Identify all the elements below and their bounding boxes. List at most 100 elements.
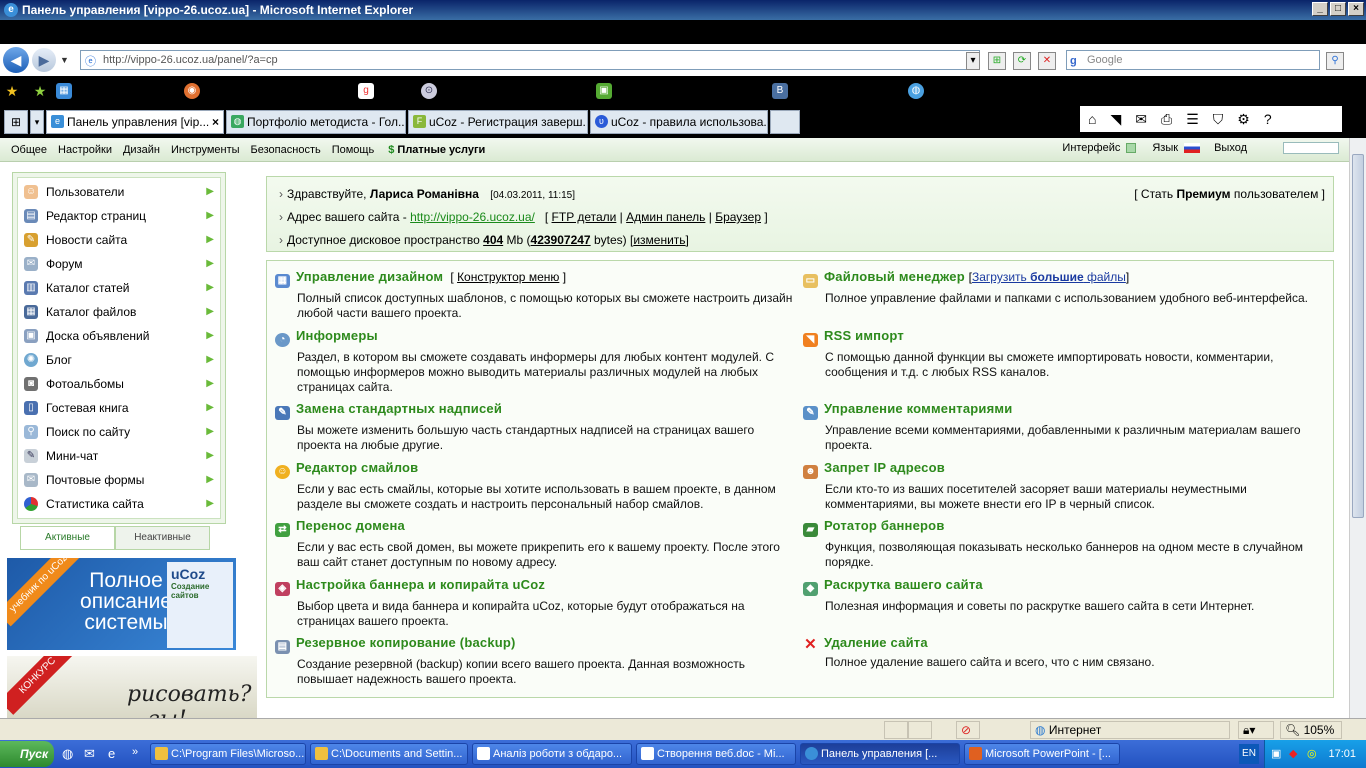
change-disk-link[interactable]: изменить (633, 233, 685, 247)
russian-flag-icon[interactable] (1184, 143, 1201, 153)
zoom-level[interactable]: 🔍︎ 105% ▾ (1280, 721, 1342, 753)
search-input[interactable]: g Google (1066, 50, 1320, 70)
menu-builder-link[interactable]: Конструктор меню (457, 270, 559, 284)
sidebar-item-mailforms[interactable]: ✉ Почтовые формы ▶ (18, 468, 222, 492)
task-documents[interactable]: C:\Documents and Settin... (310, 743, 468, 765)
ftp-link[interactable]: FTP детали (552, 210, 617, 224)
site-url-link[interactable]: http://vippo-26.ucoz.ua/ (410, 210, 535, 224)
upload-large-files-link[interactable]: Загрузить большие файлы (972, 270, 1126, 284)
bookmark-4-icon[interactable]: ▣ (596, 83, 612, 99)
favorites-star-icon[interactable]: ★ (4, 83, 20, 99)
print-icon[interactable]: ⎙ (1161, 111, 1172, 128)
vkontakte-icon[interactable]: B (772, 83, 788, 99)
tab-active-modules[interactable]: Активные (20, 526, 115, 550)
minimize-button[interactable]: _ (1312, 2, 1328, 16)
quick-tabs-icon[interactable]: ⊞ (4, 110, 28, 134)
bookmark-3-icon[interactable]: ⊙ (421, 83, 437, 99)
banner-copyright-link[interactable]: Настройка баннера и копирайта uCoz (296, 577, 545, 592)
sidebar-item-photos[interactable]: ◙ Фотоальбомы ▶ (18, 372, 222, 396)
start-button[interactable]: Пуск (0, 741, 54, 767)
sidebar-item-users[interactable]: ☺ Пользователи ▶ (18, 180, 222, 204)
captions-link[interactable]: Замена стандартных надписей (296, 401, 502, 416)
feeds-icon[interactable]: ◥ (1110, 111, 1121, 128)
tray-app-icon[interactable]: ◆ (1289, 740, 1297, 768)
protected-mode-icon[interactable]: 🔒︎▾ (1238, 721, 1274, 739)
design-link[interactable]: Управление дизайном (296, 269, 443, 284)
premium-link[interactable]: [ Стать Премиум пользователем ] (1134, 187, 1325, 201)
language-indicator[interactable]: EN (1239, 744, 1259, 764)
scrollbar-thumb[interactable] (1352, 154, 1364, 518)
task-ie-panel[interactable]: Панель управления [... (800, 743, 960, 765)
address-dropdown-icon[interactable]: ▾ (966, 52, 980, 70)
sidebar-item-files[interactable]: ▦ Каталог файлов ▶ (18, 300, 222, 324)
tab-ucoz-registration[interactable]: F uCoz - Регистрация заверш... (408, 110, 588, 134)
rss-link[interactable]: RSS импорт (824, 328, 904, 343)
back-button[interactable]: ◀ (3, 47, 29, 73)
menu-settings[interactable]: Настройки (58, 144, 112, 156)
ucoz-tutorial-banner[interactable]: учебник по uCoz Полное описание системы … (7, 558, 236, 650)
sidebar-item-guestbook[interactable]: ▯ Гостевая книга ▶ (18, 396, 222, 420)
tab-inactive-modules[interactable]: Неактивные (115, 526, 210, 550)
vertical-scrollbar[interactable] (1349, 138, 1366, 718)
menu-paid-services[interactable]: $ Платные услуги (388, 144, 485, 156)
domain-link[interactable]: Перенос домена (296, 518, 405, 533)
quicklaunch-expand-icon[interactable]: » (132, 746, 138, 758)
banner-rotator-link[interactable]: Ротатор баннеров (824, 518, 945, 533)
clock[interactable]: 17:01 (1328, 748, 1356, 760)
sidebar-item-stats[interactable]: Статистика сайта ▶ (18, 492, 222, 516)
help-icon[interactable]: ? (1264, 111, 1272, 127)
task-word-web[interactable]: Створення веб.doc - Mi... (636, 743, 796, 765)
page-icon[interactable]: ☰ (1186, 111, 1199, 128)
bookmark-1-icon[interactable]: ◉ (184, 83, 200, 99)
interface-color-icon[interactable] (1126, 143, 1137, 153)
sidebar-item-news[interactable]: ✎ Новости сайта ▶ (18, 228, 222, 252)
task-word-analysis[interactable]: Аналіз роботи з обдаро... (472, 743, 632, 765)
address-field[interactable]: ⓔ http://vippo-26.ucoz.ua/panel/?a=cp (80, 50, 980, 70)
mail-quicklaunch-icon[interactable]: ✉ (84, 746, 95, 762)
delete-site-link[interactable]: Удаление сайта (824, 635, 928, 650)
tab-panel[interactable]: e Панель управления [vip... × (46, 110, 224, 134)
tools-gear-icon[interactable]: ⚙ (1237, 111, 1250, 128)
ip-ban-link[interactable]: Запрет IP адресов (824, 460, 945, 475)
search-icon[interactable]: ⚲ (1326, 52, 1344, 70)
tab-portfolio[interactable]: ◍ Портфоліо методиста - Гол... (226, 110, 406, 134)
tab-list-dropdown-icon[interactable]: ▾ (30, 110, 44, 134)
informers-link[interactable]: Информеры (296, 328, 378, 343)
browser-link[interactable]: Браузер (715, 210, 761, 224)
language-label[interactable]: Язык (1152, 142, 1178, 154)
task-program-files[interactable]: C:\Program Files\Microso... (150, 743, 306, 765)
sidebar-item-page-editor[interactable]: ▤ Редактор страниц ▶ (18, 204, 222, 228)
mail-icon[interactable]: ✉ (1135, 111, 1147, 128)
menu-tools[interactable]: Инструменты (171, 144, 240, 156)
web-bookmark-icon[interactable]: ◍ (908, 83, 924, 99)
smiles-link[interactable]: Редактор смайлов (296, 460, 418, 475)
refresh-icon[interactable]: ⟳ (1013, 52, 1031, 70)
width-slider[interactable] (1283, 142, 1339, 154)
suggested-sites-icon[interactable]: ▦ (56, 83, 72, 99)
sidebar-item-forum[interactable]: ✉ Форум ▶ (18, 252, 222, 276)
logout-link[interactable]: Выход (1214, 142, 1247, 154)
sidebar-item-blog[interactable]: ✺ Блог ▶ (18, 348, 222, 372)
sidebar-item-articles[interactable]: ▥ Каталог статей ▶ (18, 276, 222, 300)
sidebar-item-board[interactable]: ▣ Доска объявлений ▶ (18, 324, 222, 348)
tab-ucoz-rules[interactable]: ʋ uCoz - правила использова... (590, 110, 768, 134)
network-icon[interactable]: ▣ (1271, 740, 1281, 768)
sidebar-item-search[interactable]: ⚲ Поиск по сайту ▶ (18, 420, 222, 444)
task-powerpoint[interactable]: Microsoft PowerPoint - [... (964, 743, 1120, 765)
popup-blocker-icon[interactable]: ⊘ (956, 721, 980, 739)
sidebar-item-minichat[interactable]: ✎ Мини-чат ▶ (18, 444, 222, 468)
menu-general[interactable]: Общее (11, 144, 47, 156)
admin-panel-link[interactable]: Админ панель (626, 210, 705, 224)
close-tab-icon[interactable]: × (212, 111, 219, 133)
comments-link[interactable]: Управление комментариями (824, 401, 1012, 416)
file-manager-link[interactable]: Файловый менеджер (824, 269, 965, 284)
ie-quicklaunch-icon[interactable]: e (108, 746, 115, 761)
backup-link[interactable]: Резервное копирование (backup) (296, 635, 516, 650)
security-zone[interactable]: ◍ Интернет (1030, 721, 1230, 739)
contest-banner[interactable]: КОНКУРС рисовать? ...зы! (7, 656, 257, 718)
menu-security[interactable]: Безопасность (251, 144, 321, 156)
forward-button[interactable]: ▶ (32, 48, 56, 72)
add-favorite-icon[interactable]: ★ (32, 83, 48, 99)
compat-view-icon[interactable]: ⊞ (988, 52, 1006, 70)
tray-update-icon[interactable]: ◎ (1307, 740, 1317, 768)
